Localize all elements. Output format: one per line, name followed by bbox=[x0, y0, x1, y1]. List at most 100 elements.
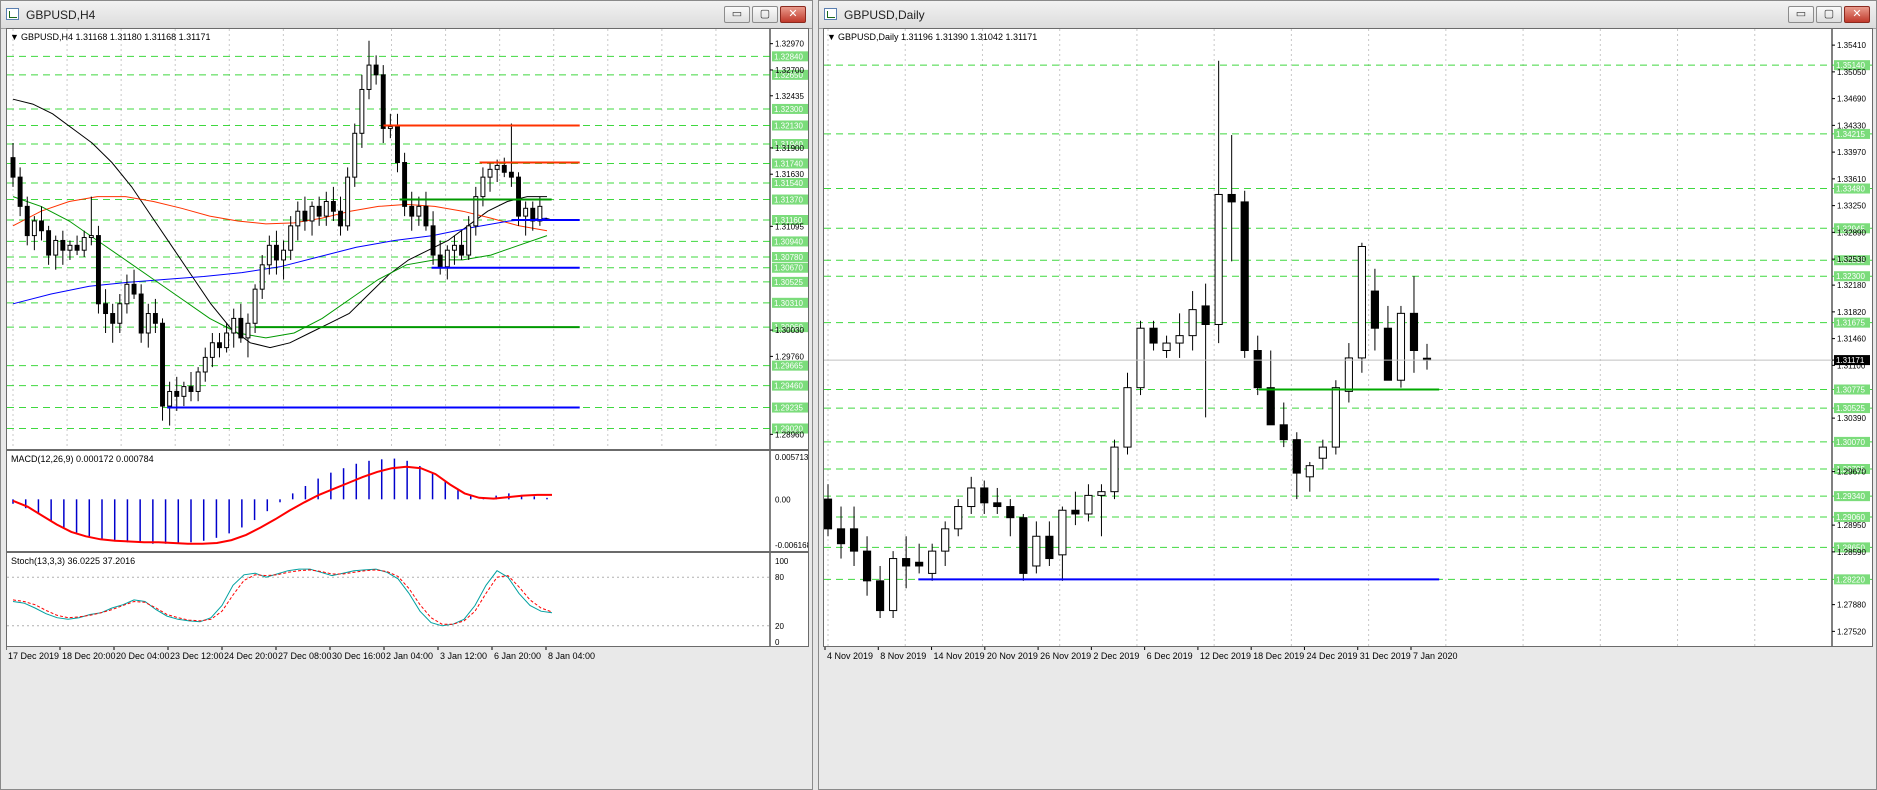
bear-candle bbox=[395, 125, 400, 164]
bear-candle bbox=[380, 74, 386, 129]
price-tick-label: 1.33250 bbox=[1837, 202, 1866, 211]
macd-chart[interactable]: 0.005713 0.00 -0.006168 bbox=[7, 451, 808, 551]
bull-candle bbox=[416, 205, 422, 217]
time-tick-label: 6 Jan 20:00 bbox=[494, 651, 541, 661]
level-label: 1.32840 bbox=[774, 52, 803, 61]
stoch-tick-label: 0 bbox=[775, 638, 780, 646]
price-tick-label: 1.31095 bbox=[775, 222, 804, 231]
chart-header: GBPUSD,H4 1.31168 1.31180 1.31168 1.3117… bbox=[21, 32, 211, 42]
bull-candle bbox=[1331, 387, 1340, 448]
price-chart-pane[interactable]: 1.35140 1.34215 1.33480 1.32945 1.32515 1.323… bbox=[823, 28, 1873, 647]
minimize-button[interactable]: ▭ bbox=[724, 6, 750, 23]
bear-candle bbox=[39, 220, 44, 232]
bear-candle bbox=[174, 390, 180, 397]
window-titlebar[interactable]: GBPUSD,Daily ▭ ▢ ✕ bbox=[819, 1, 1876, 29]
bear-candle bbox=[152, 313, 158, 324]
bear-candle bbox=[373, 64, 379, 76]
bull-candle bbox=[88, 235, 94, 239]
price-tick-label: 1.31900 bbox=[775, 144, 804, 153]
bear-candle bbox=[1149, 327, 1158, 344]
bear-candle bbox=[338, 210, 343, 227]
time-tick-label: 17 Dec 2019 bbox=[8, 651, 59, 661]
bull-candle bbox=[954, 506, 963, 530]
time-tick-label: 27 Dec 08:00 bbox=[278, 651, 332, 661]
window-titlebar[interactable]: GBPUSD,H4 ▭ ▢ ✕ bbox=[1, 1, 812, 29]
time-tick-label: 8 Nov 2019 bbox=[880, 651, 926, 661]
bull-candle bbox=[1058, 509, 1067, 556]
bear-candle bbox=[131, 283, 137, 295]
time-axis: 17 Dec 2019 18 Dec 20:00 20 Dec 04:00 23 De… bbox=[5, 647, 809, 667]
price-tick-label: 1.31820 bbox=[1837, 308, 1866, 317]
time-tick-label: 2 Dec 2019 bbox=[1093, 651, 1139, 661]
time-tick-label: 7 Jan 2020 bbox=[1413, 651, 1458, 661]
bear-candle bbox=[217, 342, 222, 349]
bull-candle bbox=[1097, 491, 1106, 496]
level-label: 1.30780 bbox=[774, 253, 803, 262]
bear-candle bbox=[409, 205, 415, 217]
bear-candle bbox=[10, 157, 16, 178]
level-label: 1.31370 bbox=[774, 196, 803, 205]
bull-candle bbox=[1305, 465, 1314, 478]
time-tick-label: 3 Jan 12:00 bbox=[440, 651, 487, 661]
daily-time-axis: 4 Nov 2019 8 Nov 2019 14 Nov 2019 20 Nov 20… bbox=[824, 647, 1458, 661]
price-tick-label: 1.30030 bbox=[775, 326, 804, 335]
bear-candle bbox=[160, 322, 165, 407]
level-label: 1.32130 bbox=[774, 122, 803, 131]
chart-window-h4[interactable]: GBPUSD,H4 ▭ ▢ ✕ 1.32840 1.32650 1.32300 1.3… bbox=[0, 0, 813, 790]
h4-price-chart[interactable]: 1.328401.326501.323001.321301.319401.317… bbox=[7, 29, 808, 449]
bear-candle bbox=[437, 254, 443, 268]
bear-candle bbox=[423, 205, 429, 227]
minimize-button[interactable]: ▭ bbox=[1788, 6, 1814, 23]
macd-pane[interactable]: 0.005713 0.00 -0.006168 MACD(12,26,9) 0.00… bbox=[6, 450, 809, 552]
bear-candle bbox=[849, 528, 859, 552]
bear-candle bbox=[46, 230, 52, 256]
level-label: 1.31540 bbox=[774, 179, 803, 188]
time-tick-label: 12 Dec 2019 bbox=[1200, 651, 1251, 661]
bear-candle bbox=[862, 550, 872, 582]
bear-candle bbox=[60, 239, 66, 251]
stochastic-chart[interactable]: 100 80 20 0 bbox=[7, 553, 808, 646]
bull-candle bbox=[451, 244, 457, 251]
price-tick-label: 1.34690 bbox=[1837, 95, 1866, 104]
bull-candle bbox=[889, 558, 898, 612]
bear-candle bbox=[1409, 312, 1419, 352]
chart-window-daily[interactable]: GBPUSD,Daily ▭ ▢ ✕ 1.35140 1.34215 1.33480… bbox=[818, 0, 1877, 790]
stoch-header: Stoch(13,3,3) 36.0225 37.2016 bbox=[11, 556, 136, 566]
price-tick-label: 1.28960 bbox=[775, 430, 804, 439]
price-tick-label: 1.27520 bbox=[1837, 627, 1866, 636]
macd-tick-label: 0.00 bbox=[775, 495, 791, 504]
bear-candle bbox=[836, 528, 846, 545]
price-tick-label: 1.31630 bbox=[775, 170, 804, 179]
level-label: 1.30310 bbox=[774, 299, 803, 308]
price-chart-pane[interactable]: 1.32840 1.32650 1.32300 1.32130 1.31940 1.317… bbox=[6, 28, 809, 450]
bull-candle bbox=[1214, 193, 1223, 325]
close-button[interactable]: ✕ bbox=[780, 6, 806, 23]
stochastic-pane[interactable]: 100 80 20 0 Stoch(13,3,3) 36.0225 37.2016 bbox=[6, 552, 809, 647]
bull-candle bbox=[252, 288, 258, 324]
time-tick-label: 23 Dec 12:00 bbox=[170, 651, 224, 661]
time-tick-label: 20 Nov 2019 bbox=[987, 651, 1038, 661]
bull-candle bbox=[81, 237, 87, 251]
bull-candle bbox=[1110, 446, 1119, 493]
close-button[interactable]: ✕ bbox=[1844, 6, 1870, 23]
maximize-button[interactable]: ▢ bbox=[752, 6, 778, 23]
bull-candle bbox=[31, 220, 37, 237]
price-tick-label: 1.34330 bbox=[1837, 121, 1866, 130]
level-label: 1.31675 bbox=[1836, 319, 1865, 328]
bull-candle bbox=[387, 125, 393, 129]
stoch-signal-line bbox=[12, 569, 553, 625]
bear-candle bbox=[316, 205, 322, 217]
bear-candle bbox=[508, 171, 514, 178]
maximize-button[interactable]: ▢ bbox=[1816, 6, 1842, 23]
daily-price-chart[interactable]: 1.351401.342151.334801.329451.325151.323… bbox=[824, 29, 1872, 646]
level-label: 1.28220 bbox=[1836, 575, 1865, 584]
bear-candle bbox=[273, 244, 279, 261]
bull-candle bbox=[167, 390, 173, 407]
time-tick-label: 18 Dec 20:00 bbox=[62, 651, 116, 661]
price-tick-label: 1.28950 bbox=[1837, 521, 1866, 530]
level-label: 1.29235 bbox=[774, 404, 803, 413]
price-tick-label: 1.31460 bbox=[1837, 335, 1866, 344]
price-tick-label: 1.35410 bbox=[1837, 41, 1866, 50]
bull-candle bbox=[309, 205, 315, 222]
bear-candle bbox=[302, 210, 308, 222]
